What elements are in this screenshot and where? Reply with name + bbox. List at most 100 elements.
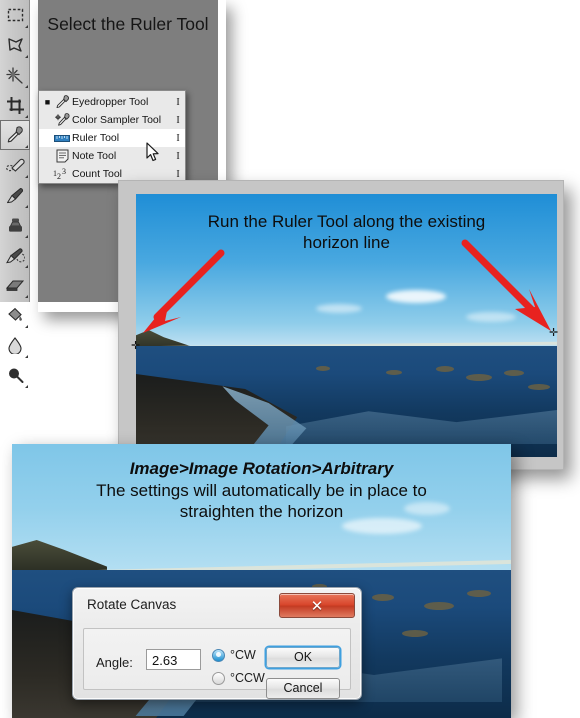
svg-text:3: 3 xyxy=(62,167,66,176)
rock-shape xyxy=(386,370,402,375)
history-brush-tool[interactable] xyxy=(0,240,30,270)
rotation-direction-group[interactable]: °CW °CCW xyxy=(212,645,265,691)
eraser-icon xyxy=(6,280,24,291)
paint-bucket-tool[interactable] xyxy=(0,300,30,330)
radio-option-ccw[interactable]: °CCW xyxy=(212,668,265,688)
tool-corner-marker xyxy=(25,115,28,118)
dodge-tool[interactable] xyxy=(0,360,30,390)
tool-corner-marker xyxy=(25,325,28,328)
panel-caption-image-rotation: Image>Image Rotation>Arbitrary The setti… xyxy=(12,458,511,522)
menu-item-shortcut: I xyxy=(176,132,180,144)
menu-item-color-sampler-tool[interactable]: Color Sampler Tool I xyxy=(39,111,185,129)
tool-corner-marker xyxy=(25,175,28,178)
dialog-title: Rotate Canvas xyxy=(87,597,177,612)
tool-corner-marker xyxy=(25,85,28,88)
ruler-icon xyxy=(52,134,72,143)
tool-corner-marker xyxy=(25,295,28,298)
cloud-shape xyxy=(386,290,446,303)
arrow-right-red xyxy=(461,239,551,331)
tool-corner-marker xyxy=(25,145,28,148)
caption-line-3: straighten the horizon xyxy=(179,502,344,522)
caption-line-2: The settings will automatically be in pl… xyxy=(96,481,427,501)
marquee-tool[interactable] xyxy=(0,0,30,30)
rotate-canvas-dialog[interactable]: Rotate Canvas ✕ Angle: 2.63 °CW °CCW OK … xyxy=(72,587,362,700)
lasso-icon xyxy=(7,38,23,52)
brush-tool[interactable] xyxy=(0,180,30,210)
healing-brush-icon xyxy=(5,158,25,172)
menu-item-eyedropper-tool[interactable]: ■ Eyedropper Tool I xyxy=(39,93,185,111)
menu-item-label: Color Sampler Tool xyxy=(72,114,162,126)
blur-icon xyxy=(8,336,22,354)
menu-item-shortcut: I xyxy=(176,150,180,162)
history-brush-icon xyxy=(5,247,25,263)
tool-corner-marker xyxy=(25,55,28,58)
dodge-icon xyxy=(8,368,23,383)
ok-button[interactable]: OK xyxy=(266,647,340,668)
menu-item-note-tool[interactable]: Note Tool I xyxy=(39,147,185,165)
clone-stamp-tool[interactable] xyxy=(0,210,30,240)
eyedropper-tool[interactable] xyxy=(0,120,30,150)
radio-option-cw[interactable]: °CW xyxy=(212,645,265,665)
rock-shape xyxy=(424,602,454,610)
note-icon xyxy=(52,149,72,163)
tool-corner-marker xyxy=(25,355,28,358)
rock-shape xyxy=(316,366,330,371)
color-sampler-icon xyxy=(52,113,72,127)
caption-line-1: Run the Ruler Tool along the existing xyxy=(207,212,486,231)
panel-caption-select-ruler: Select the Ruler Tool xyxy=(47,14,209,34)
menu-item-shortcut: I xyxy=(176,168,180,180)
close-icon: ✕ xyxy=(310,597,324,615)
brush-icon xyxy=(7,187,24,203)
cloud-shape xyxy=(316,304,362,313)
menu-item-label: Eyedropper Tool xyxy=(72,96,149,108)
lasso-tool[interactable] xyxy=(0,30,30,60)
ruler-endpoint-left: ✛ xyxy=(131,340,141,352)
rock-shape xyxy=(402,630,428,637)
radio-ccw-indicator[interactable] xyxy=(212,671,225,685)
radio-cw-indicator[interactable] xyxy=(212,648,225,662)
arrow-left-red xyxy=(143,249,225,333)
rock-shape xyxy=(436,366,454,372)
rock-shape xyxy=(467,590,491,597)
crop-tool[interactable] xyxy=(0,90,30,120)
menu-item-shortcut: I xyxy=(176,114,180,126)
eyedropper-icon xyxy=(52,95,72,109)
count-icon: 1 2 3 xyxy=(52,167,72,181)
caption-menu-path: Image>Image Rotation>Arbitrary xyxy=(129,459,394,478)
close-button[interactable]: ✕ xyxy=(279,593,355,618)
rock-shape xyxy=(504,370,524,376)
tool-corner-marker xyxy=(25,235,28,238)
marquee-icon xyxy=(7,8,23,21)
eyedropper-flyout-menu[interactable]: ■ Eyedropper Tool I Color Sampler Tool I xyxy=(38,90,186,184)
eyedropper-icon xyxy=(7,126,23,143)
tool-corner-marker xyxy=(25,25,28,28)
active-tool-bullet: ■ xyxy=(44,96,51,107)
magic-wand-icon xyxy=(6,66,23,84)
cancel-button[interactable]: Cancel xyxy=(266,678,340,699)
rock-shape xyxy=(466,374,492,381)
ruler-endpoint-right: ✛ xyxy=(549,327,559,339)
blur-tool[interactable] xyxy=(0,330,30,360)
rock-shape xyxy=(372,594,394,601)
mouse-cursor-icon xyxy=(146,142,159,162)
angle-label: Angle: xyxy=(96,655,133,670)
angle-input[interactable]: 2.63 xyxy=(146,649,201,670)
paint-bucket-icon xyxy=(8,307,22,321)
crop-icon xyxy=(6,96,24,114)
menu-item-label: Count Tool xyxy=(72,168,123,180)
clone-stamp-icon xyxy=(8,218,22,232)
eraser-tool[interactable] xyxy=(0,270,30,300)
tool-corner-marker xyxy=(25,265,28,268)
magic-wand-tool[interactable] xyxy=(0,60,30,90)
radio-ccw-label: °CCW xyxy=(230,671,265,685)
tool-corner-marker xyxy=(25,385,28,388)
photoshop-tool-palette[interactable] xyxy=(0,0,30,388)
tool-corner-marker xyxy=(25,205,28,208)
menu-item-shortcut: I xyxy=(176,96,180,108)
ruler-tool-photo-panel: Run the Ruler Tool along the existing ho… xyxy=(118,180,564,470)
menu-item-ruler-tool[interactable]: Ruler Tool I xyxy=(39,129,185,147)
rock-shape xyxy=(528,384,550,390)
healing-brush-tool[interactable] xyxy=(0,150,30,180)
radio-cw-label: °CW xyxy=(230,648,256,662)
dialog-body: Angle: 2.63 °CW °CCW OK Cancel xyxy=(83,628,351,699)
